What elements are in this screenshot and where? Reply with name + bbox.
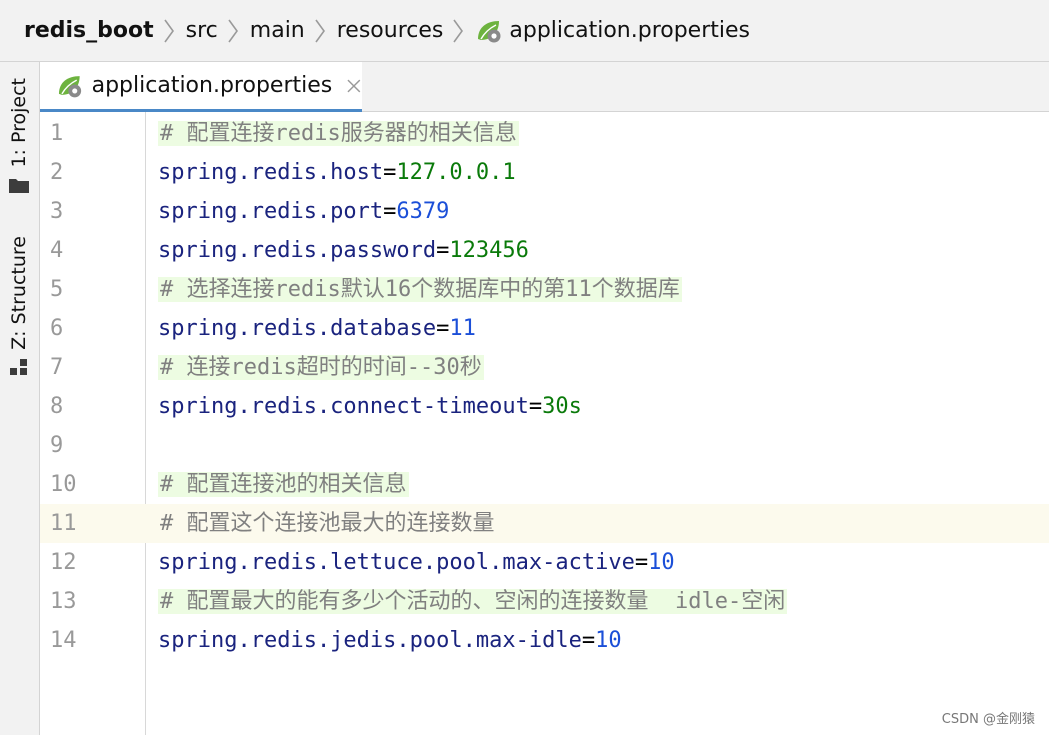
property-value: 10: [648, 550, 675, 575]
tab-application-properties[interactable]: application.properties: [40, 62, 362, 112]
code-line[interactable]: 14 spring.redis.jedis.pool.max-idle=10: [40, 621, 1049, 660]
code-text: # 配置连接redis服务器的相关信息: [158, 114, 519, 153]
project-tool-label: 1: Project: [8, 78, 30, 168]
code-text: spring.redis.database=11: [158, 309, 476, 348]
code-text: # 连接redis超时的时间--30秒: [158, 348, 484, 387]
property-key: spring.redis.password: [158, 238, 437, 263]
code-editor[interactable]: 1 # 配置连接redis服务器的相关信息 2 spring.redis.host=1…: [40, 112, 1049, 735]
code-line[interactable]: 7 # 连接redis超时的时间--30秒: [40, 348, 1049, 387]
code-text: spring.redis.connect-timeout=30s: [158, 387, 582, 426]
spring-properties-icon: [58, 75, 82, 97]
close-icon[interactable]: [346, 78, 362, 94]
property-key: spring.redis.port: [158, 199, 384, 224]
line-number: 12: [50, 550, 77, 575]
code-line[interactable]: 1 # 配置连接redis服务器的相关信息: [40, 114, 1049, 153]
code-line[interactable]: 3 spring.redis.port=6379: [40, 192, 1049, 231]
property-value: 30s: [542, 394, 582, 419]
line-number: 3: [50, 199, 64, 224]
structure-tool-label: Z: Structure: [8, 236, 30, 350]
comment-text: # 配置连接池的相关信息: [158, 472, 409, 497]
assignment-operator: =: [634, 550, 649, 575]
property-key: spring.redis.lettuce.pool.max-active: [158, 550, 635, 575]
comment-text: # 配置最大的能有多少个活动的、空闲的连接数量 idle-空闲: [158, 589, 788, 614]
chevron-right-icon: [315, 19, 325, 42]
line-number: 11: [40, 504, 146, 543]
comment-text: # 配置连接redis服务器的相关信息: [158, 121, 519, 146]
code-line[interactable]: 2 spring.redis.host=127.0.0.1: [40, 153, 1049, 192]
breadcrumb-item-main[interactable]: main: [250, 18, 305, 43]
line-number: 9: [50, 433, 64, 458]
spring-properties-icon: [478, 20, 501, 42]
watermark: CSDN @金刚猿: [941, 712, 1035, 727]
line-number: 1: [50, 121, 64, 146]
code-line[interactable]: 6 spring.redis.database=11: [40, 309, 1049, 348]
assignment-operator: =: [436, 238, 450, 263]
code-text: spring.redis.jedis.pool.max-idle=10: [158, 621, 622, 660]
breadcrumb-item-project[interactable]: redis_boot: [24, 18, 154, 43]
code-line[interactable]: 9: [40, 426, 1049, 465]
property-value: 123456: [449, 238, 529, 263]
code-text: spring.redis.password=123456: [158, 231, 529, 270]
tool-window-strip: 1: Project Z: Structure: [0, 62, 40, 735]
line-number: 14: [50, 628, 77, 653]
breadcrumb-file-label: application.properties: [509, 18, 750, 43]
project-tool-button[interactable]: 1: Project: [8, 78, 30, 194]
chevron-right-icon: [164, 19, 174, 42]
editor-tab-bar: application.properties: [40, 62, 1049, 112]
code-text: # 选择连接redis默认16个数据库中的第11个数据库: [158, 270, 682, 309]
comment-text: # 选择连接redis默认16个数据库中的第11个数据库: [158, 277, 682, 302]
property-key: spring.redis.connect-timeout: [158, 394, 529, 419]
breadcrumb-item-file[interactable]: application.properties: [475, 17, 750, 45]
assignment-operator: =: [383, 160, 397, 185]
code-text: # 配置连接池的相关信息: [158, 465, 409, 504]
property-key: spring.redis.jedis.pool.max-idle: [158, 628, 582, 653]
assignment-operator: =: [383, 199, 397, 224]
property-value: 10: [595, 628, 622, 653]
comment-text: # 连接redis超时的时间--30秒: [158, 355, 484, 380]
line-number: 5: [50, 277, 64, 302]
breadcrumb-item-resources[interactable]: resources: [337, 18, 444, 43]
code-line[interactable]: 13 # 配置最大的能有多少个活动的、空闲的连接数量 idle-空闲: [40, 582, 1049, 621]
code-text: # 配置最大的能有多少个活动的、空闲的连接数量 idle-空闲: [158, 582, 788, 621]
line-number: 2: [50, 160, 64, 185]
chevron-right-icon: [228, 19, 238, 42]
line-number: 10: [50, 472, 77, 497]
breadcrumb: redis_boot src main resources applicatio…: [0, 0, 1049, 62]
property-value: 11: [449, 316, 476, 341]
line-number: 8: [50, 394, 64, 419]
folder-icon: [9, 178, 29, 193]
breadcrumb-item-src[interactable]: src: [186, 18, 218, 43]
code-text: spring.redis.lettuce.pool.max-active=10: [158, 543, 675, 582]
code-text: spring.redis.host=127.0.0.1: [158, 153, 516, 192]
code-text: # 配置这个连接池最大的连接数量: [158, 504, 497, 543]
property-value: 6379: [396, 199, 450, 224]
chevron-right-icon: [453, 19, 464, 42]
line-number: 4: [50, 238, 64, 263]
code-line[interactable]: 10 # 配置连接池的相关信息: [40, 465, 1049, 504]
property-value: 127.0.0.1: [396, 160, 516, 185]
code-text: spring.redis.port=6379: [158, 192, 449, 231]
property-key: spring.redis.host: [158, 160, 384, 185]
tab-label: application.properties: [91, 73, 333, 98]
property-key: spring.redis.database: [158, 316, 437, 341]
code-line[interactable]: 5 # 选择连接redis默认16个数据库中的第11个数据库: [40, 270, 1049, 309]
line-number: 6: [50, 316, 64, 341]
assignment-operator: =: [528, 394, 543, 419]
assignment-operator: =: [436, 316, 450, 341]
line-number: 7: [50, 355, 64, 380]
structure-icon: [10, 358, 27, 375]
code-line[interactable]: 4 spring.redis.password=123456: [40, 231, 1049, 270]
comment-text: # 配置这个连接池最大的连接数量: [160, 511, 495, 536]
line-number: 13: [50, 589, 77, 614]
code-line[interactable]: 11 # 配置这个连接池最大的连接数量: [40, 504, 1049, 543]
assignment-operator: =: [581, 628, 596, 653]
code-line[interactable]: 12 spring.redis.lettuce.pool.max-active=1…: [40, 543, 1049, 582]
code-line[interactable]: 8 spring.redis.connect-timeout=30s: [40, 387, 1049, 426]
structure-tool-button[interactable]: Z: Structure: [8, 236, 30, 376]
